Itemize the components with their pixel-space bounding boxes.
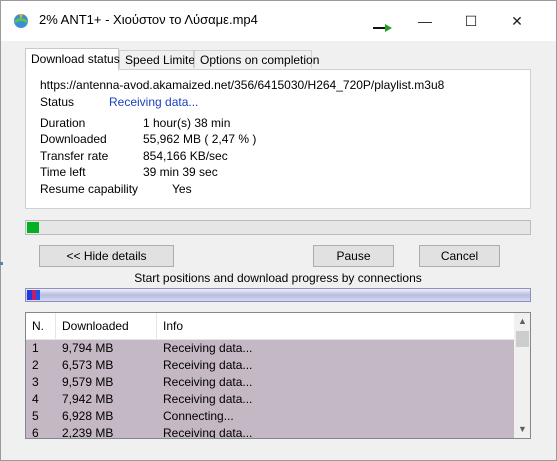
tab-options-on-completion[interactable]: Options on completion <box>194 50 319 68</box>
row-downloaded: 2,239 MB <box>62 426 114 439</box>
green-arrow-icon <box>373 24 392 32</box>
maximize-button[interactable]: ☐ <box>448 1 494 41</box>
duration-value: 1 hour(s) 38 min <box>143 116 231 130</box>
time-left-value: 39 min 39 sec <box>143 165 218 179</box>
table-row[interactable]: 4 7,942 MB Receiving data... <box>26 391 514 408</box>
row-info: Receiving data... <box>163 426 253 439</box>
row-downloaded: 9,579 MB <box>62 375 114 389</box>
table-row[interactable]: 1 9,794 MB Receiving data... <box>26 340 514 357</box>
tab-speed-limiter[interactable]: Speed Limiter <box>119 50 199 68</box>
row-number: 1 <box>32 341 39 355</box>
pause-button[interactable]: Pause <box>313 245 394 267</box>
title-bar[interactable]: 2% ANT1+ - Χιούστον το Λύσαμε.mp4 — ☐ ✕ <box>1 1 556 41</box>
row-number: 4 <box>32 392 39 406</box>
close-button[interactable]: ✕ <box>494 1 540 41</box>
row-number: 5 <box>32 409 39 423</box>
column-header-info[interactable]: Info <box>157 313 514 339</box>
resume-capability-label: Resume capability <box>40 182 139 196</box>
minimize-button[interactable]: — <box>402 1 448 41</box>
table-header: N. Downloaded Info <box>26 313 514 340</box>
connections-caption: Start positions and download progress by… <box>134 271 422 285</box>
scroll-down-icon[interactable]: ▼ <box>514 421 530 438</box>
time-left-label: Time left <box>40 165 86 179</box>
column-header-downloaded[interactable]: Downloaded <box>56 313 157 339</box>
row-downloaded: 9,794 MB <box>62 341 114 355</box>
scroll-thumb[interactable] <box>516 331 529 347</box>
table-scrollbar[interactable]: ▲ ▼ <box>514 313 530 438</box>
row-downloaded: 7,942 MB <box>62 392 114 406</box>
download-window: 2% ANT1+ - Χιούστον το Λύσαμε.mp4 — ☐ ✕ … <box>0 0 557 461</box>
downloaded-label: Downloaded <box>40 132 107 146</box>
row-number: 3 <box>32 375 39 389</box>
status-label: Status <box>40 95 75 109</box>
window-title: 2% ANT1+ - Χιούστον το Λύσαμε.mp4 <box>39 12 258 27</box>
status-panel: https://antenna-avod.akamaized.net/356/6… <box>25 69 531 209</box>
table-row[interactable]: 5 6,928 MB Connecting... <box>26 408 514 425</box>
row-number: 6 <box>32 426 39 439</box>
resume-capability-value: Yes <box>172 182 192 196</box>
cancel-button[interactable]: Cancel <box>419 245 500 267</box>
duration-label: Duration <box>40 116 86 130</box>
column-header-number[interactable]: N. <box>26 313 56 339</box>
row-info: Receiving data... <box>163 341 253 355</box>
status-value: Receiving data... <box>109 95 199 109</box>
table-row[interactable]: 2 6,573 MB Receiving data... <box>26 357 514 374</box>
background-window-edge <box>0 262 3 265</box>
connections-table[interactable]: N. Downloaded Info 1 9,794 MB Receiving da… <box>25 312 531 439</box>
transfer-rate-label: Transfer rate <box>40 149 109 163</box>
download-url: https://antenna-avod.akamaized.net/356/6… <box>40 78 445 92</box>
row-number: 2 <box>32 358 39 372</box>
tab-download-status[interactable]: Download status <box>25 48 120 70</box>
downloaded-value: 55,962 MB ( 2,47 % ) <box>143 132 257 146</box>
download-progress-bar <box>25 220 531 235</box>
row-info: Connecting... <box>163 409 234 423</box>
progress-fill <box>27 222 39 233</box>
row-downloaded: 6,928 MB <box>62 409 114 423</box>
hide-details-button[interactable]: << Hide details <box>39 245 174 267</box>
transfer-rate-value: 854,166 KB/sec <box>143 149 228 163</box>
table-row[interactable]: 6 2,239 MB Receiving data... <box>26 425 514 439</box>
row-downloaded: 6,573 MB <box>62 358 114 372</box>
row-info: Receiving data... <box>163 392 253 406</box>
connection-segment <box>36 290 40 300</box>
idm-globe-icon <box>14 14 28 28</box>
row-info: Receiving data... <box>163 358 253 372</box>
connections-progress-bar <box>25 288 531 302</box>
row-info: Receiving data... <box>163 375 253 389</box>
scroll-up-icon[interactable]: ▲ <box>514 313 530 330</box>
table-row[interactable]: 3 9,579 MB Receiving data... <box>26 374 514 391</box>
